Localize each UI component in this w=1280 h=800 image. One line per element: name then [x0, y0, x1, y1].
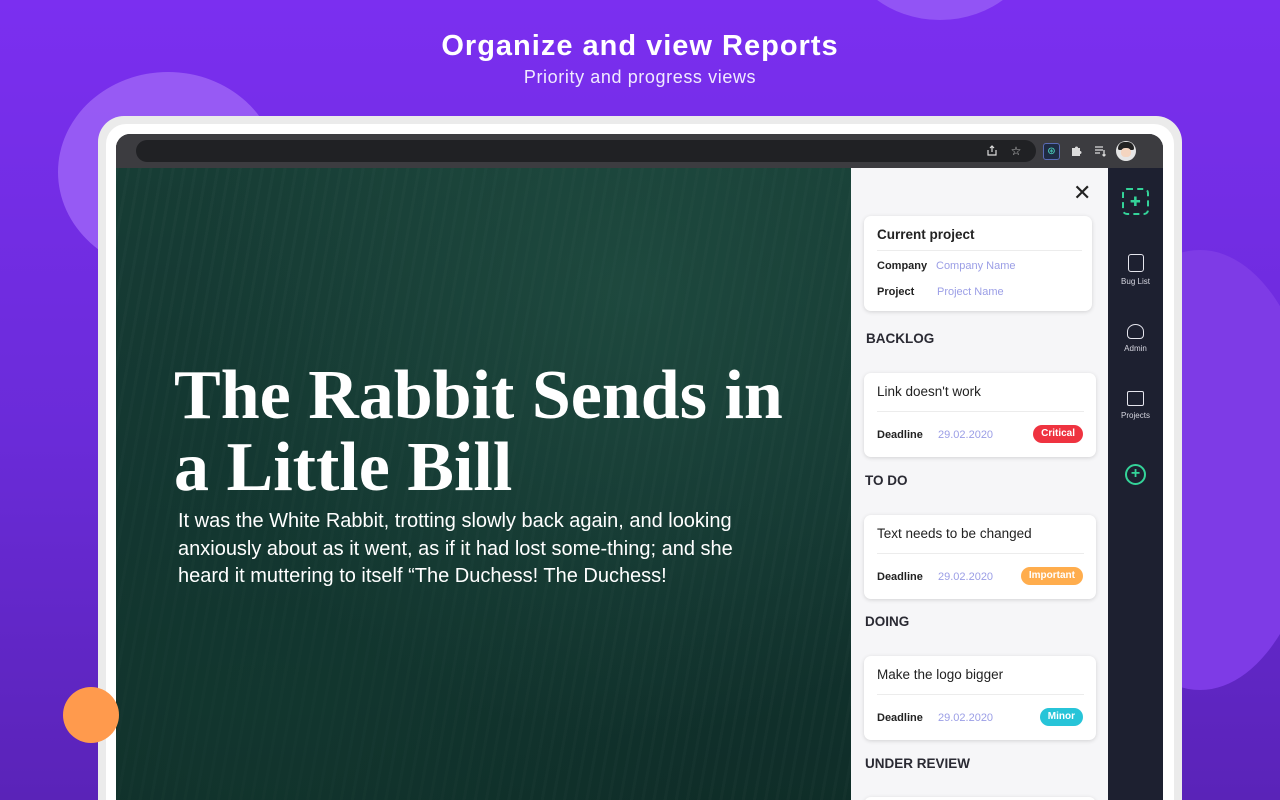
priority-badge: Minor	[1039, 708, 1083, 726]
puzzle-icon[interactable]	[1068, 143, 1084, 159]
extension-bugtracker-icon[interactable]: ⊛	[1043, 143, 1060, 160]
decorative-circle-top	[845, 0, 1035, 20]
divider	[877, 411, 1084, 412]
device-frame: ☆ ⊛ The Rabbit Sends in a Little Bill It…	[98, 116, 1182, 800]
section-heading-backlog: BACKLOG	[866, 331, 935, 346]
deadline-label: Deadline	[877, 429, 923, 441]
deadline-label: Deadline	[877, 712, 923, 724]
plus-circle-icon[interactable]: +	[1125, 464, 1146, 485]
deadline-label: Deadline	[877, 571, 923, 583]
section-heading-under-review: UNDER REVIEW	[865, 756, 971, 771]
priority-badge: Critical	[1033, 425, 1083, 443]
project-field[interactable]: Project Name	[937, 286, 1004, 298]
extension-sidebar: ✚ Bug List Admin Projects +	[1108, 168, 1163, 800]
profile-avatar[interactable]	[1116, 141, 1136, 161]
section-heading-todo: TO DO	[865, 473, 908, 488]
company-label: Company	[877, 260, 928, 272]
hero-subtitle: Priority and progress views	[523, 67, 757, 87]
divider	[877, 250, 1082, 251]
article-title: The Rabbit Sends in a Little Bill	[174, 357, 783, 506]
sidebar-item-projects[interactable]: Projects	[1108, 391, 1163, 420]
task-title: Make the logo bigger	[877, 667, 1004, 682]
current-project-card[interactable]: Current project Company Company Name Pro…	[864, 216, 1092, 311]
decorative-orange-dot	[63, 687, 119, 743]
deadline-value: 29.02.2020	[938, 429, 994, 441]
address-bar[interactable]	[136, 140, 1036, 162]
browser-window: ☆ ⊛ The Rabbit Sends in a Little Bill It…	[116, 134, 1163, 800]
task-card[interactable]: Make the logo bigger Deadline 29.02.2020…	[864, 656, 1096, 740]
bug-tracker-logo-icon[interactable]: ✚	[1122, 188, 1149, 215]
section-heading-doing: DOING	[865, 614, 910, 629]
priority-badge: Important	[1020, 567, 1083, 585]
task-title: Text needs to be changed	[877, 526, 1032, 541]
puzzle-icon	[1127, 391, 1144, 406]
article-body: It was the White Rabbit, trotting slowly…	[178, 510, 733, 587]
company-field[interactable]: Company Name	[936, 260, 1015, 272]
sidebar-item-admin[interactable]: Admin	[1108, 324, 1163, 353]
sidebar-item-label: Admin	[1124, 344, 1147, 353]
browser-toolbar: ☆ ⊛	[116, 134, 1163, 168]
web-page-content: The Rabbit Sends in a Little Bill It was…	[116, 168, 851, 800]
task-card[interactable]: Link doesn't work Deadline 29.02.2020 Cr…	[864, 373, 1096, 457]
deadline-value: 29.02.2020	[938, 712, 994, 724]
star-icon[interactable]: ☆	[1008, 143, 1024, 159]
task-title: Link doesn't work	[877, 384, 981, 399]
divider	[877, 553, 1084, 554]
hero-title: Organize and view Reports	[441, 30, 839, 62]
divider	[877, 694, 1084, 695]
current-project-heading: Current project	[877, 227, 975, 242]
bug-tracker-panel: ✕ Current project Company Company Name P…	[851, 168, 1108, 800]
sidebar-item-label: Bug List	[1121, 277, 1150, 286]
clipboard-icon	[1127, 254, 1144, 272]
device-bezel: ☆ ⊛ The Rabbit Sends in a Little Bill It…	[106, 124, 1174, 800]
deadline-value: 29.02.2020	[938, 571, 994, 583]
sidebar-item-bug-list[interactable]: Bug List	[1108, 254, 1163, 286]
share-icon[interactable]	[984, 143, 1000, 159]
reading-list-icon[interactable]	[1092, 143, 1108, 159]
task-card[interactable]: Text needs to be changed Deadline 29.02.…	[864, 515, 1096, 599]
gauge-icon	[1127, 324, 1144, 339]
sidebar-item-label: Projects	[1121, 411, 1150, 420]
project-label: Project	[877, 286, 915, 298]
close-icon[interactable]: ✕	[1073, 180, 1091, 206]
